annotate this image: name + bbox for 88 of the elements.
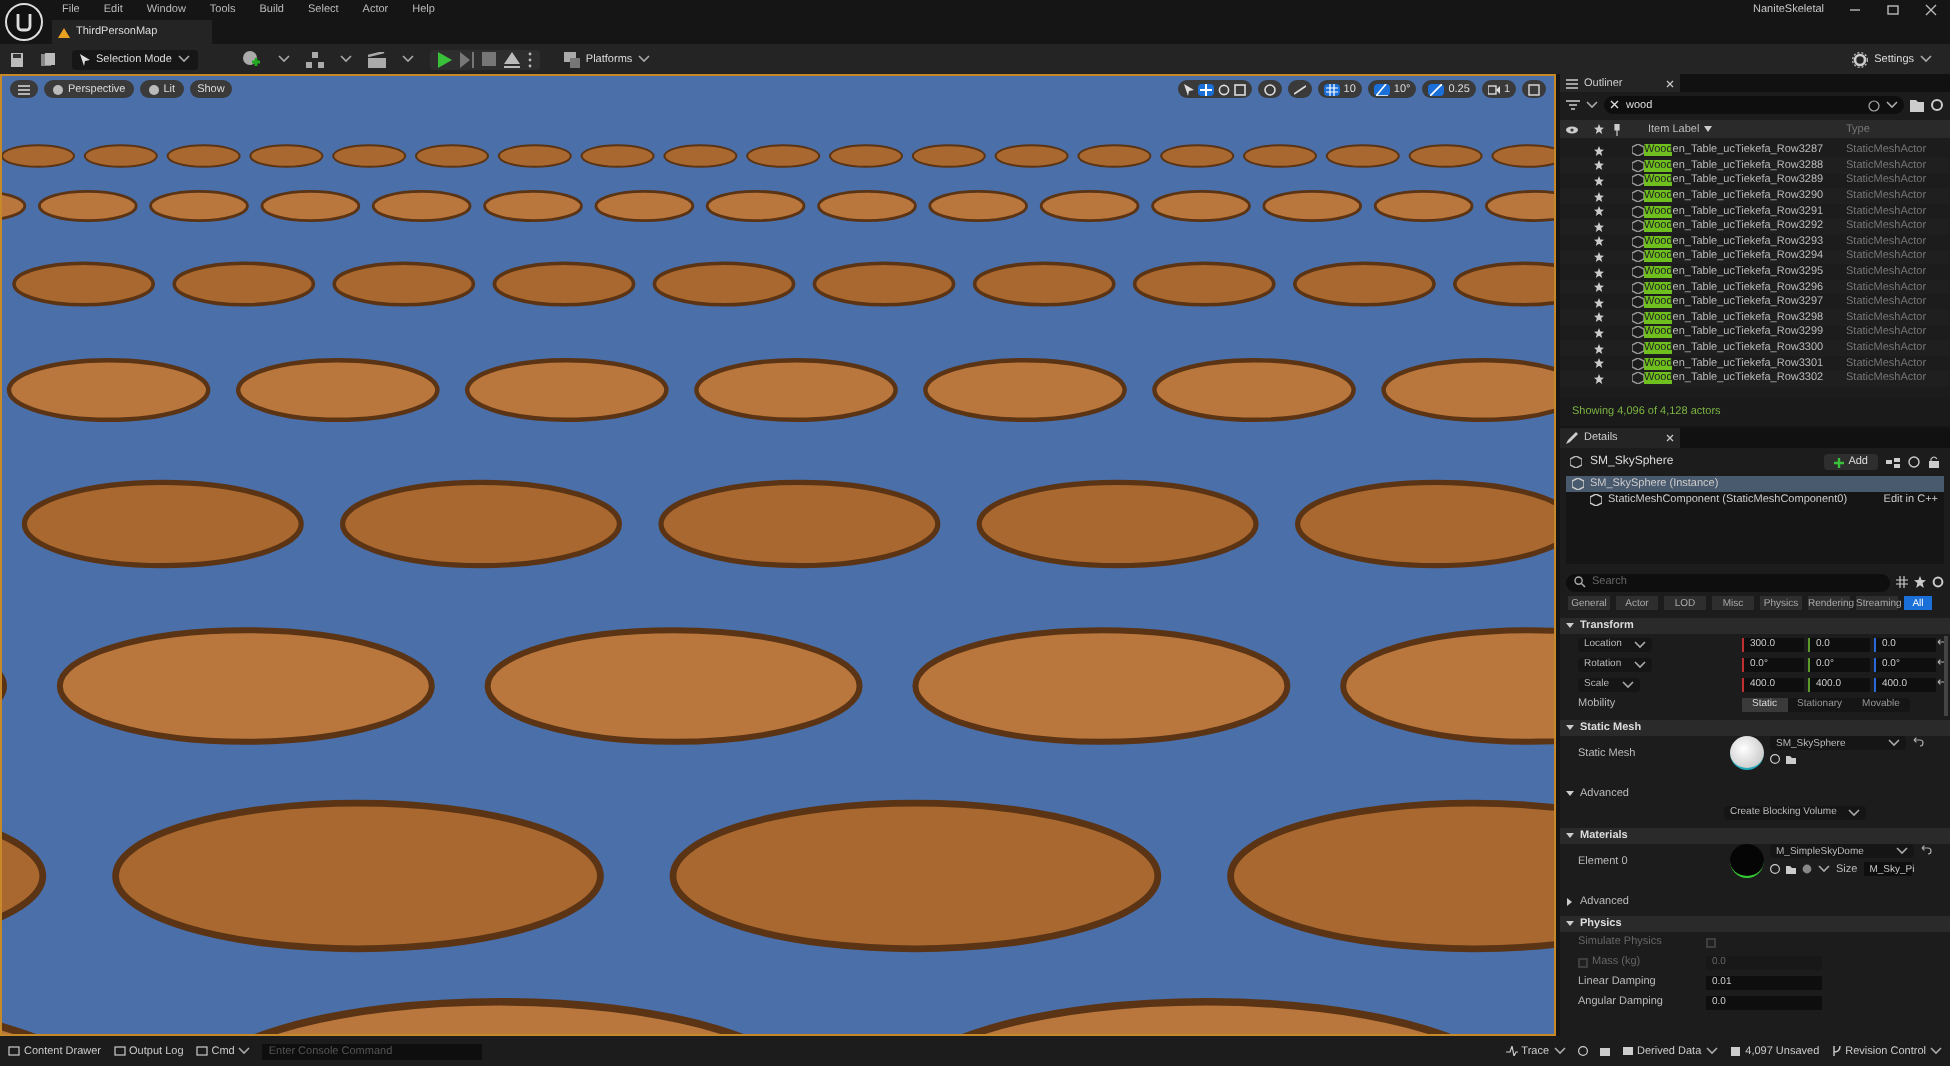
star-icon[interactable] — [1594, 358, 1604, 369]
caret-icon — [1705, 1046, 1718, 1057]
material-thumbnail — [1730, 844, 1764, 879]
caret-icon — [339, 54, 352, 65]
cursor-icon — [80, 53, 90, 66]
platforms-icon — [563, 51, 580, 68]
eject-icon[interactable] — [503, 51, 520, 68]
caret-icon — [1888, 738, 1900, 749]
star-icon[interactable] — [1594, 145, 1604, 156]
close-icon[interactable] — [1924, 4, 1938, 16]
star-icon[interactable] — [1594, 343, 1604, 353]
caret-icon — [1553, 1046, 1566, 1057]
star-icon[interactable] — [1594, 312, 1604, 323]
layout-icon[interactable] — [1528, 83, 1540, 96]
star-icon[interactable] — [1594, 282, 1604, 293]
caret-icon — [1896, 846, 1908, 857]
stop-icon[interactable] — [481, 51, 496, 68]
folder-icon[interactable] — [1786, 864, 1796, 875]
restore-icon[interactable] — [1886, 4, 1900, 16]
folder-icon[interactable] — [1910, 98, 1924, 113]
expanded-arrow-icon[interactable] — [1566, 724, 1574, 733]
actor-icon — [1570, 456, 1582, 469]
caret-icon — [277, 54, 290, 65]
filter-icon[interactable] — [1566, 100, 1580, 111]
expanded-arrow-icon[interactable] — [1566, 920, 1574, 929]
star-icon[interactable] — [1594, 297, 1604, 308]
add-actor-icon[interactable] — [241, 50, 262, 69]
plus-icon — [1834, 457, 1845, 468]
play-icon[interactable] — [437, 51, 452, 68]
caret-icon — [1930, 1046, 1942, 1057]
caret-icon — [638, 54, 651, 65]
step-icon[interactable] — [459, 51, 474, 68]
angle-snap-icon[interactable] — [1375, 83, 1388, 96]
expanded-arrow-icon[interactable] — [1566, 622, 1574, 631]
surface-snap-icon[interactable] — [1293, 83, 1306, 96]
star-icon[interactable] — [1594, 124, 1604, 135]
scale-snap-icon[interactable] — [1430, 83, 1443, 96]
star-icon[interactable] — [1594, 267, 1604, 278]
expanded-arrow-icon[interactable] — [1566, 832, 1574, 841]
rotate-icon[interactable] — [1217, 83, 1230, 96]
caret-icon — [1818, 864, 1830, 875]
star-icon[interactable] — [1594, 373, 1604, 384]
clear-icon[interactable] — [1610, 100, 1620, 111]
star-icon[interactable] — [1594, 221, 1604, 232]
close-icon[interactable] — [1666, 79, 1674, 88]
list-icon — [1566, 77, 1578, 90]
star-icon[interactable] — [1594, 160, 1604, 171]
branch-icon — [1831, 1046, 1842, 1057]
sort-icon[interactable] — [1703, 126, 1712, 133]
scale-icon[interactable] — [1233, 83, 1246, 96]
caret-icon — [1848, 807, 1861, 818]
grid-snap-icon[interactable] — [1325, 83, 1338, 96]
star-icon[interactable] — [1594, 175, 1604, 186]
collapsed-arrow-icon[interactable] — [1566, 898, 1574, 907]
reset-icon[interactable] — [1912, 736, 1924, 749]
star-icon[interactable] — [1594, 251, 1604, 262]
caret-icon — [1586, 100, 1598, 111]
viewport-menu-button[interactable] — [10, 80, 38, 99]
caret-icon — [238, 1046, 251, 1057]
more-icon[interactable] — [527, 51, 532, 68]
expanded-arrow-icon[interactable] — [1566, 790, 1574, 799]
eye-icon[interactable] — [1566, 125, 1578, 134]
pencil-icon — [1566, 432, 1578, 445]
trace-icon — [1505, 1046, 1518, 1057]
caret-icon — [401, 54, 414, 65]
star-icon[interactable] — [1594, 191, 1604, 202]
move-icon[interactable] — [1199, 83, 1212, 96]
close-icon[interactable] — [1666, 434, 1674, 443]
pin-icon[interactable] — [1612, 123, 1622, 136]
star-icon[interactable] — [1594, 327, 1604, 338]
grid-view-icon[interactable] — [1896, 576, 1908, 589]
star-icon[interactable] — [1914, 576, 1926, 589]
reset-icon[interactable] — [1920, 844, 1932, 857]
camera-speed-icon[interactable] — [1487, 83, 1500, 96]
minimize-icon[interactable] — [1848, 4, 1862, 16]
caret-icon — [177, 54, 190, 65]
select-icon[interactable] — [1183, 83, 1194, 96]
folder-icon[interactable] — [1786, 754, 1796, 765]
caret-icon — [1886, 100, 1898, 111]
star-icon[interactable] — [1594, 206, 1604, 217]
star-icon[interactable] — [1594, 236, 1604, 247]
clapper-icon[interactable] — [367, 51, 386, 68]
lock-icon[interactable] — [1928, 456, 1940, 469]
search-icon — [1574, 576, 1586, 589]
caret-icon — [1920, 54, 1932, 65]
menu-icon — [18, 83, 30, 96]
level-icon — [58, 27, 70, 37]
sphere-thumbnail — [1730, 736, 1764, 771]
